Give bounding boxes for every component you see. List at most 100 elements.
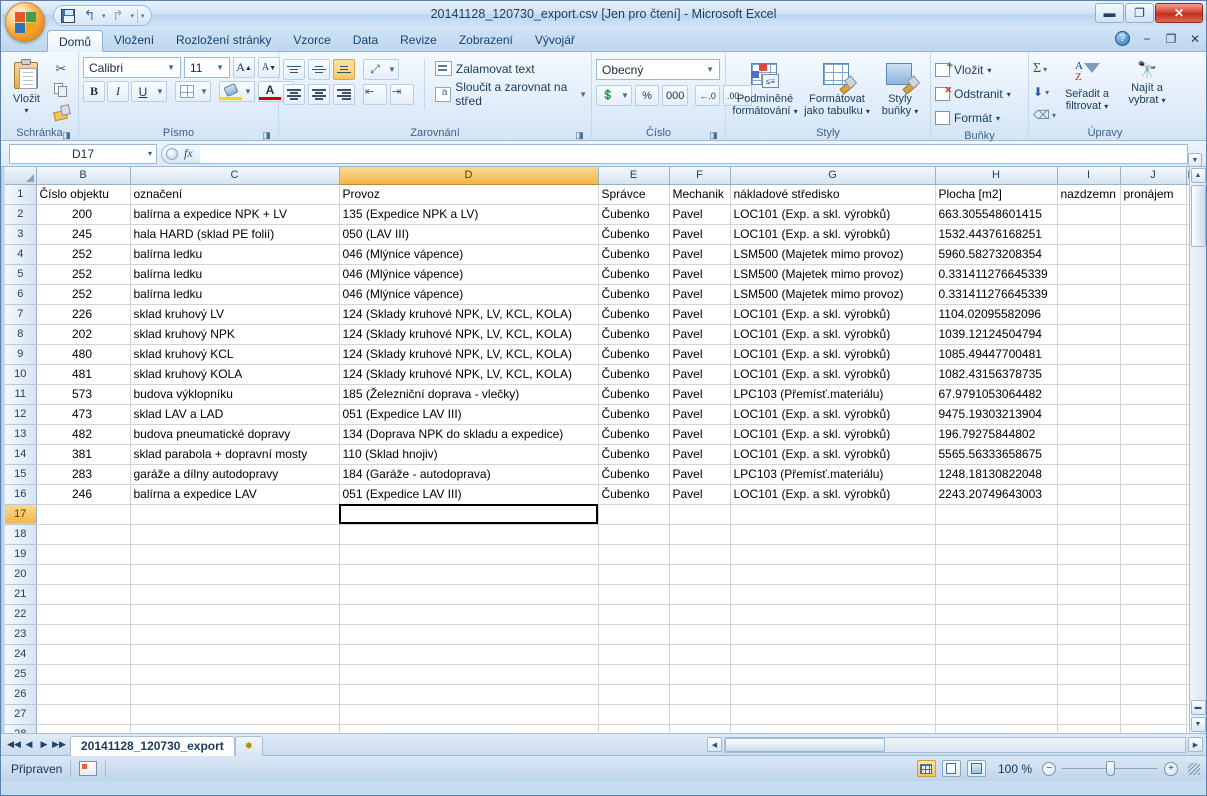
fill-color-chevron-down-icon[interactable]: ▼ xyxy=(242,87,254,96)
number-dialog-launcher[interactable]: ◨ xyxy=(708,129,719,140)
cell-F4[interactable]: Pavel xyxy=(669,244,731,265)
cell-B7[interactable]: 226 xyxy=(36,304,131,325)
merge-chevron-down-icon[interactable]: ▼ xyxy=(579,90,587,99)
row-header-6[interactable]: 6 xyxy=(5,284,37,305)
expand-formula-icon[interactable] xyxy=(166,147,178,160)
cell-B22[interactable] xyxy=(36,604,131,625)
vertical-scrollbar[interactable]: ▲ ▬ ▼ xyxy=(1189,167,1206,733)
cell-G1[interactable]: nákladové středisko xyxy=(730,184,936,205)
cell-H9[interactable]: 1085.49447700481 xyxy=(935,344,1058,365)
cell-B4[interactable]: 252 xyxy=(36,244,131,265)
prev-sheet-button[interactable]: ◀ xyxy=(22,739,36,750)
cell-I11[interactable] xyxy=(1057,384,1121,405)
cell-E17[interactable] xyxy=(598,504,670,525)
cell-H15[interactable]: 1248.18130822048 xyxy=(935,464,1058,485)
cell-C7[interactable]: sklad kruhový LV xyxy=(130,304,340,325)
cell-F23[interactable] xyxy=(669,624,731,645)
cell-E7[interactable]: Čubenko xyxy=(598,304,670,325)
row-header-7[interactable]: 7 xyxy=(5,304,37,325)
cell-E26[interactable] xyxy=(598,684,670,705)
cell-D18[interactable] xyxy=(339,524,599,545)
zoom-slider[interactable]: − + xyxy=(1042,761,1178,776)
cell-B8[interactable]: 202 xyxy=(36,324,131,345)
format-cells-button[interactable]: Formát ▾ xyxy=(935,107,1000,129)
font-size-combo[interactable]: 11 ▼ xyxy=(184,57,230,78)
cell-J15[interactable] xyxy=(1120,464,1187,485)
cell-J18[interactable] xyxy=(1120,524,1187,545)
align-bottom-button[interactable] xyxy=(333,59,355,80)
align-left-button[interactable] xyxy=(283,84,305,105)
cell-I22[interactable] xyxy=(1057,604,1121,625)
cell-H1[interactable]: Plocha [m2] xyxy=(935,184,1058,205)
cell-J19[interactable] xyxy=(1120,544,1187,565)
format-chevron-down-icon[interactable]: ▾ xyxy=(996,114,1000,123)
wrap-text-button[interactable]: Zalamovat text xyxy=(434,61,587,76)
cell-F2[interactable]: Pavel xyxy=(669,204,731,225)
align-center-button[interactable] xyxy=(308,84,330,105)
cell-I4[interactable] xyxy=(1057,244,1121,265)
tab-vyvojar[interactable]: Vývojář xyxy=(524,29,586,51)
cell-D11[interactable]: 185 (Železniční doprava - vlečky) xyxy=(339,384,599,405)
undo-dropdown-icon[interactable]: ▾ xyxy=(102,12,106,20)
cell-B18[interactable] xyxy=(36,524,131,545)
cell-D3[interactable]: 050 (LAV III) xyxy=(339,224,599,245)
cell-G12[interactable]: LOC101 (Exp. a skl. výrobků) xyxy=(730,404,936,425)
cell-J27[interactable] xyxy=(1120,704,1187,725)
tab-zobrazeni[interactable]: Zobrazení xyxy=(448,29,524,51)
cell-B26[interactable] xyxy=(36,684,131,705)
cell-E23[interactable] xyxy=(598,624,670,645)
column-header-g[interactable]: G xyxy=(730,167,936,185)
cell-G7[interactable]: LOC101 (Exp. a skl. výrobků) xyxy=(730,304,936,325)
font-dialog-launcher[interactable]: ◨ xyxy=(261,129,272,140)
cell-F15[interactable]: Pavel xyxy=(669,464,731,485)
cell-F16[interactable]: Pavel xyxy=(669,484,731,505)
row-header-14[interactable]: 14 xyxy=(5,444,37,465)
vertical-scroll-thumb[interactable] xyxy=(1190,185,1206,247)
sort-filter-chevron-down-icon[interactable]: ▾ xyxy=(1104,102,1108,111)
cell-D7[interactable]: 124 (Sklady kruhové NPK, LV, KCL, KOLA) xyxy=(339,304,599,325)
column-header-b[interactable]: B xyxy=(36,167,131,185)
cell-F11[interactable]: Pavel xyxy=(669,384,731,405)
cell-C9[interactable]: sklad kruhový KCL xyxy=(130,344,340,365)
cell-J24[interactable] xyxy=(1120,644,1187,665)
cell-F26[interactable] xyxy=(669,684,731,705)
undo-button[interactable]: ↰ xyxy=(80,7,99,24)
expand-formula-bar-button[interactable]: ▼ xyxy=(1188,153,1202,167)
cell-E28[interactable] xyxy=(598,724,670,733)
cell-D28[interactable] xyxy=(339,724,599,733)
cell-C5[interactable]: balírna ledku xyxy=(130,264,340,285)
borders-button[interactable]: ▼ xyxy=(175,81,211,102)
insert-worksheet-button[interactable]: ✸ xyxy=(234,735,263,756)
row-header-1[interactable]: 1 xyxy=(5,184,37,205)
cell-H28[interactable] xyxy=(935,724,1058,733)
cell-E22[interactable] xyxy=(598,604,670,625)
cell-G25[interactable] xyxy=(730,664,936,685)
cell-C10[interactable]: sklad kruhový KOLA xyxy=(130,364,340,385)
cell-G20[interactable] xyxy=(730,564,936,585)
scroll-right-button[interactable]: ▶ xyxy=(1188,737,1203,752)
cell-D22[interactable] xyxy=(339,604,599,625)
sheet-tab-active[interactable]: 20141128_120730_export xyxy=(70,735,235,756)
as-table-chevron-down-icon[interactable]: ▾ xyxy=(866,107,870,116)
cell-D15[interactable]: 184 (Garáže - autodoprava) xyxy=(339,464,599,485)
cell-G4[interactable]: LSM500 (Majetek mimo provoz) xyxy=(730,244,936,265)
conditional-chevron-down-icon[interactable]: ▾ xyxy=(794,107,798,116)
name-box-chevron-down-icon[interactable]: ▾ xyxy=(148,149,152,158)
cell-C19[interactable] xyxy=(130,544,340,565)
delete-chevron-down-icon[interactable]: ▾ xyxy=(1007,90,1011,99)
row-header-2[interactable]: 2 xyxy=(5,204,37,225)
row-header-27[interactable]: 27 xyxy=(5,704,37,725)
column-header-i[interactable]: I xyxy=(1057,167,1121,185)
cell-J3[interactable] xyxy=(1120,224,1187,245)
cell-C4[interactable]: balírna ledku xyxy=(130,244,340,265)
cell-J8[interactable] xyxy=(1120,324,1187,345)
cell-D17[interactable] xyxy=(339,504,599,525)
cell-E1[interactable]: Správce xyxy=(598,184,670,205)
cell-F10[interactable]: Pavel xyxy=(669,364,731,385)
cell-B24[interactable] xyxy=(36,644,131,665)
cell-F5[interactable]: Pavel xyxy=(669,264,731,285)
cell-G14[interactable]: LOC101 (Exp. a skl. výrobků) xyxy=(730,444,936,465)
cell-D16[interactable]: 051 (Expedice LAV III) xyxy=(339,484,599,505)
row-header-11[interactable]: 11 xyxy=(5,384,37,405)
cell-E24[interactable] xyxy=(598,644,670,665)
